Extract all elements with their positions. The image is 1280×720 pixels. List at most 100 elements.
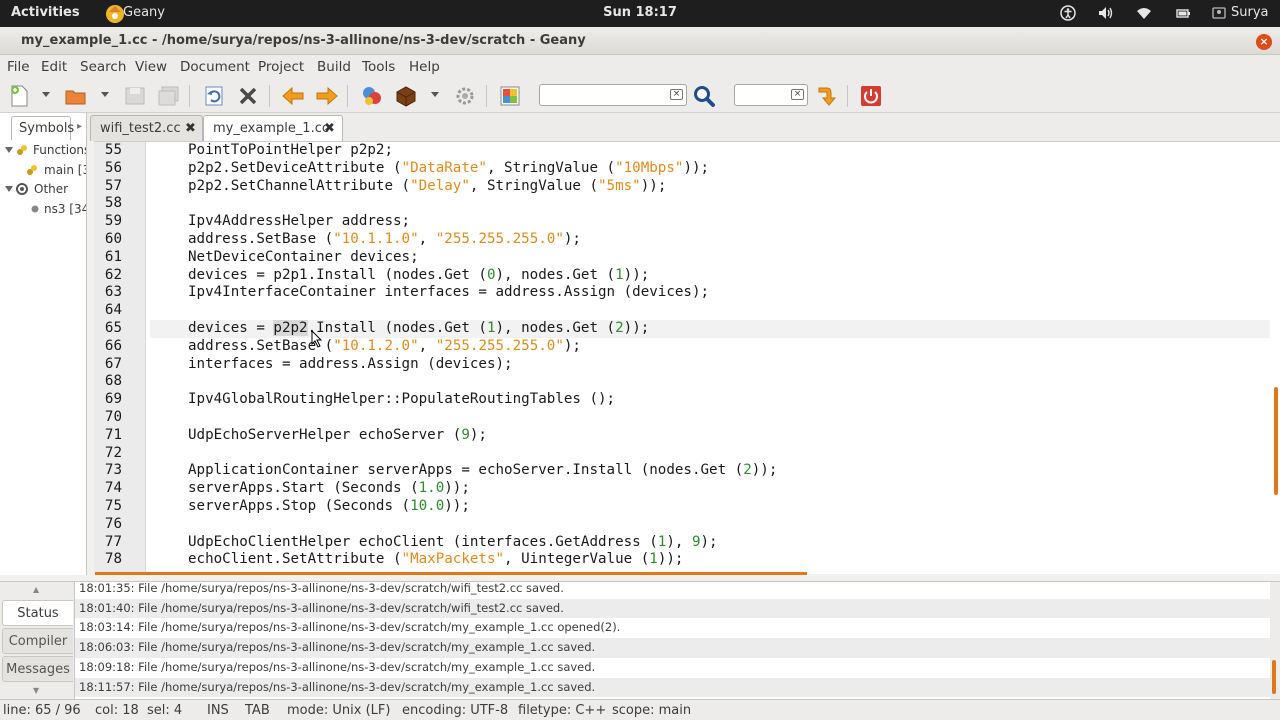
- code-line[interactable]: 69 Ipv4GlobalRoutingHelper::PopulateRouti…: [105, 391, 1270, 409]
- build-dropdown-icon[interactable]: [431, 92, 439, 97]
- code-text: echoClient.SetAttribute ("MaxPackets", U…: [188, 551, 683, 569]
- menu-document[interactable]: Document: [180, 59, 250, 75]
- code-token: echoClient.SetAttribute (: [188, 551, 402, 568]
- menu-search[interactable]: Search: [80, 59, 126, 75]
- new-file-dropdown-icon[interactable]: [42, 92, 50, 97]
- goto-line-icon[interactable]: [813, 84, 837, 108]
- battery-icon[interactable]: [1176, 5, 1190, 21]
- code-line[interactable]: 73 ApplicationContainer serverApps = echo…: [105, 462, 1270, 480]
- tree-item-ns3[interactable]: ns3 [34: [44, 202, 86, 216]
- tree-item-other[interactable]: Other: [34, 182, 68, 196]
- tab-compiler[interactable]: Compiler: [2, 628, 73, 654]
- code-line[interactable]: 60 address.SetBase ("10.1.1.0", "255.255.…: [105, 231, 1270, 249]
- code-line[interactable]: 63 Ipv4InterfaceContainer interfaces = ad…: [105, 284, 1270, 302]
- code-line[interactable]: 56 p2p2.SetDeviceAttribute ("DataRate", S…: [105, 160, 1270, 178]
- code-line[interactable]: 59 Ipv4AddressHelper address;: [105, 213, 1270, 231]
- tree-item-main[interactable]: main [3: [44, 163, 86, 177]
- menu-view[interactable]: View: [135, 59, 167, 75]
- line-number: 65: [104, 319, 122, 336]
- log-row: 18:11:57: File /home/surya/repos/ns-3-al…: [75, 677, 1270, 698]
- app-menu[interactable]: Geany: [123, 5, 165, 20]
- scroll-up-arrow-icon[interactable]: ▲: [33, 585, 39, 594]
- window-close-button[interactable]: ×: [1256, 34, 1272, 50]
- tab-wifi-test2[interactable]: wifi_test2.cc ✖: [90, 115, 203, 141]
- sidebar-tabs-arrow-icon[interactable]: ▸: [77, 121, 82, 132]
- tab-messages[interactable]: Messages: [2, 656, 73, 682]
- clear-search-icon[interactable]: ×: [670, 89, 683, 100]
- clock[interactable]: Sun 18:17: [0, 5, 1280, 20]
- line-number: 56: [104, 159, 122, 176]
- code-line[interactable]: 74 serverApps.Start (Seconds (1.0));: [105, 480, 1270, 498]
- revert-icon[interactable]: [202, 84, 226, 108]
- search-icon[interactable]: [692, 84, 716, 108]
- code-token: .Install (nodes.Get (: [307, 319, 487, 336]
- code-line[interactable]: 55 PointToPointHelper p2p2;: [105, 142, 1270, 160]
- menu-tools[interactable]: Tools: [362, 59, 395, 75]
- line-number: 57: [104, 177, 122, 194]
- status-log[interactable]: 18:01:35: File /home/surya/repos/ns-3-al…: [74, 582, 1270, 700]
- code-line[interactable]: 57 p2p2.SetChannelAttribute ("Delay", Str…: [105, 178, 1270, 196]
- status-scope: scope: main: [612, 703, 692, 718]
- symbols-tab[interactable]: Symbols: [11, 116, 74, 140]
- build-icon[interactable]: [394, 84, 418, 108]
- execute-icon[interactable]: [453, 84, 477, 108]
- log-vertical-scrollbar[interactable]: [1272, 660, 1276, 694]
- clear-goto-line-icon[interactable]: ×: [791, 89, 804, 100]
- toolbar: × ×: [0, 79, 1280, 113]
- volume-icon[interactable]: [1097, 5, 1115, 21]
- window-titlebar[interactable]: my_example_1.cc - /home/surya/repos/ns-3…: [0, 27, 1280, 55]
- code-line[interactable]: 70: [105, 409, 1270, 427]
- scroll-down-arrow-icon[interactable]: ▼: [33, 686, 39, 695]
- close-tab-icon[interactable]: ✖: [324, 121, 335, 136]
- code-line[interactable]: 61 NetDeviceContainer devices;: [105, 249, 1270, 267]
- editor-vertical-scrollbar[interactable]: [1274, 387, 1278, 495]
- menu-help[interactable]: Help: [409, 59, 440, 75]
- code-lines[interactable]: 55 PointToPointHelper p2p2; 56 p2p2.SetDevi…: [105, 142, 1270, 569]
- activities-button[interactable]: Activities: [11, 5, 80, 20]
- user-menu[interactable]: Surya: [1231, 5, 1269, 20]
- code-line[interactable]: 77 UdpEchoClientHelper echoClient (interf…: [105, 534, 1270, 552]
- compile-icon[interactable]: [360, 84, 384, 108]
- tree-item-functions[interactable]: Functions: [33, 143, 86, 157]
- code-text: devices = p2p1.Install (nodes.Get (0), n…: [188, 267, 649, 285]
- menu-file[interactable]: File: [7, 59, 30, 75]
- code-editor[interactable]: 55 PointToPointHelper p2p2; 56 p2p2.SetDevi…: [94, 141, 1280, 574]
- wifi-icon[interactable]: [1136, 5, 1152, 21]
- quit-icon[interactable]: [859, 84, 883, 108]
- save-icon[interactable]: [123, 84, 147, 108]
- code-token: Ipv4AddressHelper address;: [188, 213, 411, 230]
- code-line[interactable]: 76: [105, 516, 1270, 534]
- close-tab-icon[interactable]: ✖: [185, 121, 196, 136]
- search-input[interactable]: ×: [539, 84, 687, 106]
- open-file-dropdown-icon[interactable]: [101, 92, 109, 97]
- accessibility-icon[interactable]: [1060, 5, 1076, 21]
- navigate-forward-icon[interactable]: [315, 84, 339, 108]
- save-all-icon[interactable]: [157, 84, 181, 108]
- tab-status[interactable]: Status: [2, 600, 73, 626]
- expand-functions-icon[interactable]: [5, 147, 13, 153]
- code-line[interactable]: 71 UdpEchoServerHelper echoServer (9);: [105, 427, 1270, 445]
- code-line[interactable]: 62 devices = p2p1.Install (nodes.Get (0),…: [105, 267, 1270, 285]
- color-chooser-icon[interactable]: [498, 84, 522, 108]
- close-file-icon[interactable]: [236, 84, 260, 108]
- code-line[interactable]: 67 interfaces = address.Assign (devices);: [105, 356, 1270, 374]
- code-line[interactable]: 68: [105, 373, 1270, 391]
- code-line[interactable]: 58: [105, 195, 1270, 213]
- editor-horizontal-scrollbar[interactable]: [95, 572, 807, 575]
- goto-line-input[interactable]: ×: [734, 84, 808, 106]
- code-line[interactable]: 78 echoClient.SetAttribute ("MaxPackets",…: [105, 551, 1270, 569]
- code-line[interactable]: 72: [105, 445, 1270, 463]
- open-file-icon[interactable]: [64, 84, 88, 108]
- code-text: ApplicationContainer serverApps = echoSe…: [188, 462, 777, 480]
- navigate-back-icon[interactable]: [281, 84, 305, 108]
- menu-project[interactable]: Project: [258, 59, 304, 75]
- menu-edit[interactable]: Edit: [41, 59, 67, 75]
- user-icon[interactable]: [1212, 5, 1226, 21]
- menu-build[interactable]: Build: [317, 59, 351, 75]
- code-line[interactable]: 75 serverApps.Stop (Seconds (10.0));: [105, 498, 1270, 516]
- line-number: 70: [104, 408, 122, 425]
- expand-other-icon[interactable]: [5, 186, 13, 192]
- new-file-icon[interactable]: [7, 84, 31, 108]
- tab-my-example-1[interactable]: my_example_1.cc ✖: [203, 115, 343, 141]
- code-line[interactable]: 64: [105, 302, 1270, 320]
